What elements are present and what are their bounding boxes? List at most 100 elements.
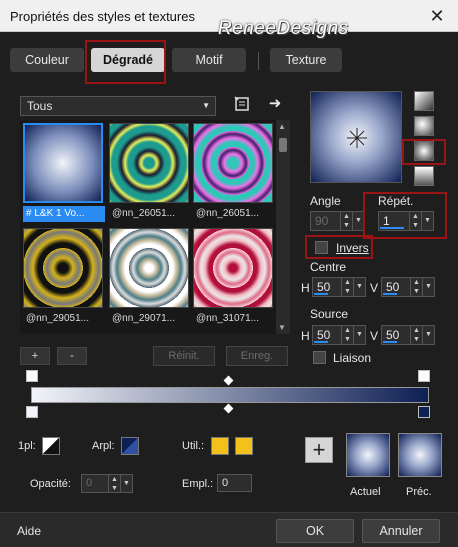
library-file-icon[interactable]	[234, 96, 250, 112]
add-swatch-button[interactable]: +	[305, 437, 333, 463]
gradient-thumb-caption: # L&K 1 Vo...	[23, 206, 105, 222]
foreground-swatch[interactable]	[42, 437, 60, 455]
center-v-label: V	[370, 281, 379, 295]
tab-couleur[interactable]: Couleur	[10, 48, 84, 72]
center-marker-icon	[347, 128, 367, 148]
plan-label: 1pl:	[18, 440, 36, 452]
center-h-spinner[interactable]: 50 ▲ ▼ ▼	[312, 277, 366, 297]
source-h-value: 50	[317, 328, 331, 342]
chevron-down-icon: ▼	[202, 101, 210, 110]
tab-bar: Couleur Dégradé Motif Texture	[0, 48, 458, 74]
center-v-spinner[interactable]: 50 ▲ ▼ ▼	[381, 277, 435, 297]
gradient-thumb-caption: @nn_29071...	[112, 313, 175, 324]
reset-button[interactable]: Réinit.	[153, 346, 215, 366]
source-v-dropdown-icon[interactable]: ▼	[422, 326, 434, 344]
tab-texture[interactable]: Texture	[270, 48, 342, 72]
opacity-midpoint[interactable]	[223, 375, 234, 386]
angle-value: 90	[315, 214, 329, 228]
highlight-box-style	[402, 139, 446, 165]
source-v-label: V	[370, 329, 379, 343]
arrow-right-icon[interactable]: ➜	[266, 96, 284, 112]
angle-updown-icon[interactable]: ▲ ▼	[340, 212, 352, 230]
opacity-label: Opacité:	[30, 478, 71, 490]
opacity-stop-right[interactable]	[418, 370, 430, 382]
ok-button[interactable]: OK	[276, 519, 354, 543]
tab-motif[interactable]: Motif	[172, 48, 246, 72]
window-title: Propriétés des styles et textures	[10, 9, 195, 24]
gradient-thumb[interactable]	[109, 228, 189, 308]
center-h-dropdown-icon[interactable]: ▼	[353, 278, 365, 296]
scroll-down-icon[interactable]: ▼	[278, 323, 286, 332]
watermark-text: ReneeDesigns	[218, 18, 349, 39]
save-button[interactable]: Enreg.	[226, 346, 288, 366]
opacity-spinner[interactable]: 0 ▲ ▼ ▼	[81, 474, 133, 493]
angle-label: Angle	[310, 194, 341, 208]
gradient-thumb-caption: @nn_29051...	[26, 313, 89, 324]
source-v-updown-icon[interactable]: ▲ ▼	[410, 326, 422, 344]
gradient-thumb[interactable]	[23, 123, 103, 203]
cancel-button[interactable]: Annuler	[362, 519, 440, 543]
gradient-bar[interactable]	[31, 387, 429, 403]
source-h-dropdown-icon[interactable]: ▼	[353, 326, 365, 344]
rectangular-style-icon[interactable]	[414, 116, 434, 136]
center-v-dropdown-icon[interactable]: ▼	[422, 278, 434, 296]
source-h-updown-icon[interactable]: ▲ ▼	[341, 326, 353, 344]
highlight-box-invert	[305, 235, 373, 259]
gradient-thumb-caption: @nn_26051...	[112, 208, 175, 219]
sunburst-style-icon[interactable]	[414, 166, 434, 186]
arpl-label: Arpl:	[92, 440, 115, 452]
source-label: Source	[310, 307, 349, 321]
color-midpoint[interactable]	[223, 403, 234, 414]
remove-gradient-button[interactable]: -	[57, 347, 87, 365]
opacity-stop-left[interactable]	[26, 370, 38, 382]
gradient-thumb[interactable]	[193, 228, 273, 308]
category-value: Tous	[27, 99, 53, 113]
used-color-swatch-1[interactable]	[211, 437, 229, 455]
link-checkbox[interactable]	[313, 351, 326, 364]
scrollbar-thumb[interactable]	[279, 138, 287, 152]
opacity-updown-icon[interactable]: ▲ ▼	[108, 475, 120, 492]
source-v-spinner[interactable]: 50 ▲ ▼ ▼	[381, 325, 435, 345]
help-link[interactable]: Aide	[17, 524, 41, 538]
title-bar: Propriétés des styles et textures ReneeD…	[0, 0, 458, 39]
gradient-thumb[interactable]	[23, 228, 103, 308]
center-v-value: 50	[386, 280, 400, 294]
previous-label: Préc.	[406, 486, 432, 498]
source-h-label: H	[301, 329, 310, 343]
highlight-box-repeat	[363, 192, 447, 239]
gradient-thumb[interactable]	[109, 123, 189, 203]
source-h-level-bar	[314, 341, 328, 343]
scroll-up-icon[interactable]: ▲	[278, 122, 286, 131]
source-v-level-bar	[383, 341, 397, 343]
empl-field[interactable]: 0	[217, 474, 252, 492]
angle-spinner[interactable]: 90 ▲ ▼ ▼	[310, 211, 365, 231]
close-icon[interactable]: ✕	[426, 5, 448, 27]
gradient-thumb[interactable]	[193, 123, 273, 203]
add-gradient-button[interactable]: +	[20, 347, 50, 365]
opacity-value: 0	[86, 477, 93, 489]
tab-separator	[258, 52, 259, 70]
linear-style-icon[interactable]	[414, 91, 434, 111]
gradient-preview[interactable]	[310, 91, 402, 183]
center-v-updown-icon[interactable]: ▲ ▼	[410, 278, 422, 296]
used-color-swatch-2[interactable]	[235, 437, 253, 455]
gradient-library: # L&K 1 Vo... @nn_26051... @nn_26051... …	[20, 120, 290, 334]
center-h-updown-icon[interactable]: ▲ ▼	[341, 278, 353, 296]
dialog-footer: Aide OK Annuler	[0, 512, 458, 547]
category-dropdown[interactable]: Tous ▼	[20, 96, 216, 116]
center-h-value: 50	[317, 280, 331, 294]
opacity-dropdown-icon[interactable]: ▼	[120, 475, 132, 492]
current-label: Actuel	[350, 486, 381, 498]
library-scrollbar[interactable]: ▲ ▼	[276, 120, 290, 334]
previous-style-preview[interactable]	[398, 433, 442, 477]
center-h-level-bar	[314, 293, 328, 295]
source-h-spinner[interactable]: 50 ▲ ▼ ▼	[312, 325, 366, 345]
color-stop-left[interactable]	[26, 406, 38, 418]
color-stop-right[interactable]	[418, 406, 430, 418]
current-style-preview[interactable]	[346, 433, 390, 477]
background-swatch[interactable]	[121, 437, 139, 455]
link-label[interactable]: Liaison	[333, 351, 371, 365]
gradient-thumb-caption: @nn_26051...	[196, 208, 259, 219]
gradient-thumb-caption: @nn_31071...	[196, 313, 259, 324]
center-label: Centre	[310, 260, 347, 274]
